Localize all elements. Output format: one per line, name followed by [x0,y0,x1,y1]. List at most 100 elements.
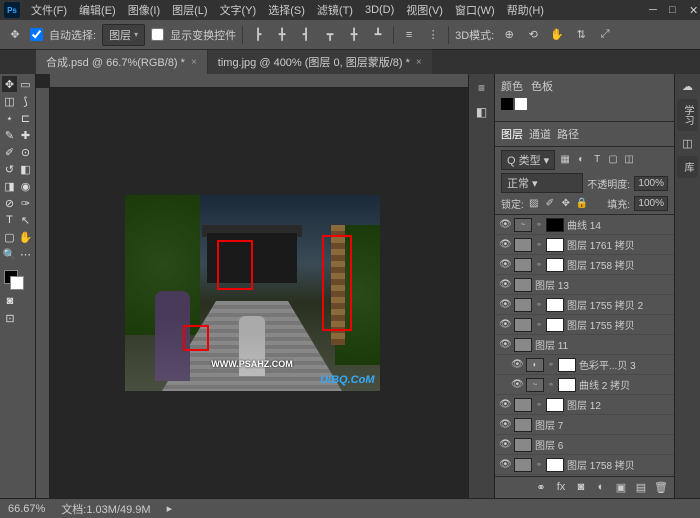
mask-thumb[interactable] [546,458,564,472]
adjustment-thumb[interactable]: ◐ [526,358,544,372]
menu-filter[interactable]: 滤镜(T) [312,0,358,20]
filter-shape-icon[interactable]: ▢ [607,154,619,166]
wand-tool[interactable]: ⋆ [2,110,17,126]
eyedropper-tool[interactable]: ✎ [2,127,17,143]
type-tool[interactable]: T [2,212,17,228]
align-top-icon[interactable]: ┳ [321,26,339,44]
heal-tool[interactable]: ✚ [18,127,33,143]
3d-icon-4[interactable]: ⇅ [572,26,590,44]
tab-close-icon[interactable]: × [416,57,422,68]
align-left-icon[interactable]: ┣ [249,26,267,44]
3d-icon-5[interactable]: ⤢ [596,26,614,44]
swatch-bg[interactable] [515,98,527,110]
layer-name[interactable]: 图层 12 [567,397,601,412]
layer-row[interactable]: 👁⚭图层 1761 拷贝 [495,235,674,255]
visibility-icon[interactable]: 👁 [499,459,511,470]
dist-icon-2[interactable]: ⋮ [424,26,442,44]
adjustment-thumb[interactable]: ~ [526,378,544,392]
edit-toolbar[interactable]: ⋯ [18,246,33,262]
visibility-icon[interactable]: 👁 [499,279,511,290]
menu-layer[interactable]: 图层(L) [167,0,212,20]
swatch-fg[interactable] [501,98,513,110]
align-middle-icon[interactable]: ╋ [345,26,363,44]
channels-tab[interactable]: 通道 [529,126,551,142]
visibility-icon[interactable]: 👁 [511,359,523,370]
transform-checkbox[interactable] [151,28,164,41]
zoom-level[interactable]: 66.67% [8,503,45,515]
align-center-icon[interactable]: ╋ [273,26,291,44]
lock-trans-icon[interactable]: ▨ [528,198,540,210]
menu-edit[interactable]: 编辑(E) [74,0,121,20]
layer-row[interactable]: 👁图层 11 [495,335,674,355]
visibility-icon[interactable]: 👁 [499,239,511,250]
menu-type[interactable]: 文字(Y) [215,0,262,20]
blur-tool[interactable]: ◉ [18,178,33,194]
opacity-value[interactable]: 100% [634,176,668,191]
layer-name[interactable]: 图层 1755 拷贝 [567,317,635,332]
layer-thumb[interactable] [514,258,532,272]
layer-row[interactable]: 👁⚭图层 12 [495,395,674,415]
gradient-tool[interactable]: ◨ [2,178,17,194]
zoom-tool[interactable]: 🔍 [2,246,17,262]
layer-row[interactable]: 👁⚭图层 1755 拷贝 2 [495,295,674,315]
filter-pixel-icon[interactable]: ▦ [559,154,571,166]
mask-thumb[interactable] [546,398,564,412]
pen-tool[interactable]: ✑ [18,195,33,211]
layer-thumb[interactable] [514,238,532,252]
layer-row[interactable]: 👁~⚭曲线 2 拷贝 [495,375,674,395]
ruler-vertical[interactable] [36,88,50,498]
layer-thumb[interactable] [514,418,532,432]
mask-thumb[interactable] [558,358,576,372]
swatches-tab[interactable]: 色板 [531,78,553,94]
dist-icon-1[interactable]: ≡ [400,26,418,44]
history-panel-icon[interactable]: ≡ [474,80,490,96]
mask-icon[interactable]: ◙ [574,481,588,495]
layer-row[interactable]: 👁◐⚭色彩平...贝 3 [495,355,674,375]
shape-tool[interactable]: ▢ [2,229,17,245]
layer-row[interactable]: 👁图层 6 [495,435,674,455]
layer-row[interactable]: 👁~⚭曲线 14 [495,215,674,235]
3d-icon-2[interactable]: ⟲ [524,26,542,44]
layer-thumb[interactable] [514,298,532,312]
menu-image[interactable]: 图像(I) [123,0,165,20]
properties-panel-icon[interactable]: ◧ [474,104,490,120]
tab-close-icon[interactable]: × [191,57,197,68]
fx-icon[interactable]: fx [554,481,568,495]
adjustment-thumb[interactable]: ~ [514,218,532,232]
canvas-area[interactable]: WWW.PSAHZ.COM UiBQ.CoM [36,74,468,498]
layer-row[interactable]: 👁⚭图层 1758 拷贝 [495,255,674,275]
minimize-icon[interactable]: ─ [644,2,656,19]
delete-icon[interactable]: 🗑 [654,481,668,495]
mask-thumb[interactable] [558,378,576,392]
mask-thumb[interactable] [546,258,564,272]
layer-name[interactable]: 色彩平...贝 3 [579,357,636,372]
auto-select-checkbox[interactable] [30,28,43,41]
layer-row[interactable]: 👁图层 7 [495,415,674,435]
eraser-tool[interactable]: ◧ [18,161,33,177]
mask-thumb[interactable] [546,218,564,232]
visibility-icon[interactable]: 👁 [499,319,511,330]
quickmask-tool[interactable]: ◙ [2,293,18,309]
filter-type-icon[interactable]: T [591,154,603,166]
doc-info[interactable]: 文档:1.03M/49.9M [61,501,150,517]
mask-thumb[interactable] [546,238,564,252]
layer-list[interactable]: 👁~⚭曲线 14👁⚭图层 1761 拷贝👁⚭图层 1758 拷贝👁图层 13👁⚭… [495,215,674,476]
new-layer-icon[interactable]: ▤ [634,481,648,495]
layer-thumb[interactable] [514,438,532,452]
lock-pixel-icon[interactable]: ✐ [544,198,556,210]
learn-panel-toggle[interactable]: 学习 [677,99,698,131]
visibility-icon[interactable]: 👁 [499,259,511,270]
menu-file[interactable]: 文件(F) [26,0,72,20]
lasso-tool[interactable]: ⟆ [18,93,33,109]
menu-select[interactable]: 选择(S) [263,0,310,20]
tab-document-1[interactable]: 合成.psd @ 66.7%(RGB/8) *× [36,49,207,74]
layer-name[interactable]: 图层 1758 拷贝 [567,257,635,272]
stamp-tool[interactable]: ⊙ [18,144,33,160]
ruler-horizontal[interactable] [50,74,468,88]
align-right-icon[interactable]: ┫ [297,26,315,44]
library-panel-toggle[interactable]: 库 [677,156,698,178]
layer-name[interactable]: 曲线 14 [567,217,601,232]
hand-tool[interactable]: ✋ [18,229,33,245]
history-tool[interactable]: ↺ [2,161,17,177]
lock-pos-icon[interactable]: ✥ [560,198,572,210]
